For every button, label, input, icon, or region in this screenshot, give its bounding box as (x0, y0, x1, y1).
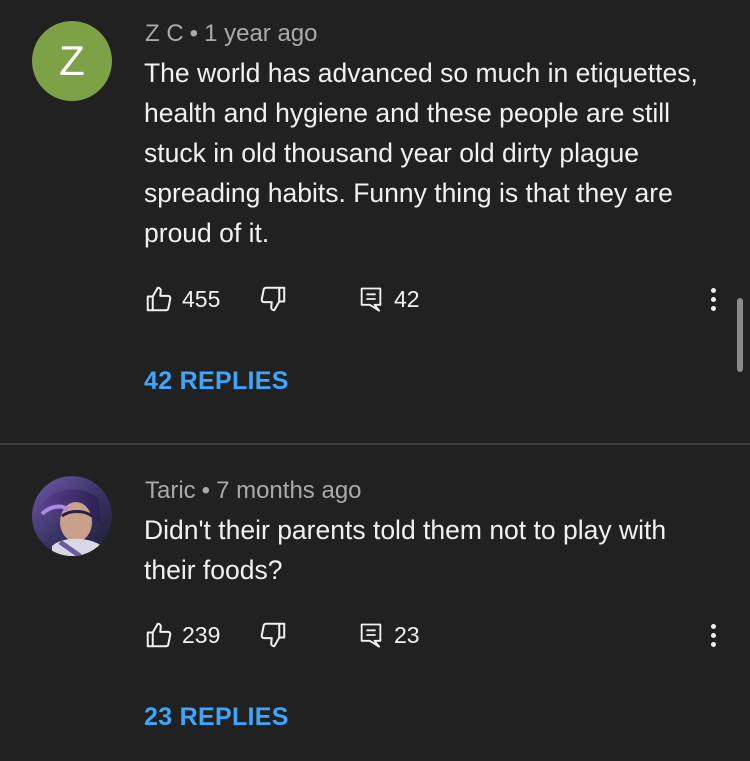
thumbs-down-icon (260, 622, 286, 648)
comment-text: The world has advanced so much in etique… (144, 58, 698, 248)
comment-meta: Taric • 7 months ago (145, 477, 362, 505)
thumbs-up-icon (146, 622, 172, 648)
comment-text: Didn't their parents told them not to pl… (144, 515, 667, 585)
reply-count: 42 (394, 285, 420, 312)
thumbs-up-icon (146, 286, 172, 312)
comment-actions: 239 23 (144, 619, 420, 651)
more-dot (710, 287, 716, 293)
more-dot (710, 296, 716, 302)
reply-count: 23 (394, 621, 420, 648)
comment-actions: 455 42 (144, 283, 420, 315)
thumbs-down-icon (260, 286, 286, 312)
dislike-button[interactable] (258, 284, 288, 314)
more-dot (710, 305, 716, 311)
more-dot (710, 632, 716, 638)
more-vert-icon[interactable] (700, 619, 726, 651)
more-dot (710, 623, 716, 629)
reply-icon (360, 287, 382, 312)
comment-time: 1 year ago (204, 20, 318, 47)
like-button[interactable] (144, 284, 174, 314)
comment-item: Z Z C • 1 year ago The world has advanced … (0, 0, 750, 444)
reply-button[interactable] (358, 285, 384, 313)
comment-item: Taric • 7 months ago Didn't their parents … (0, 445, 750, 761)
comment-author[interactable]: Taric (145, 477, 196, 504)
comment-author[interactable]: Z C (145, 20, 184, 47)
view-replies-link[interactable]: 42 REPLIES (144, 367, 289, 396)
reply-icon (360, 623, 382, 648)
comment-meta: Z C • 1 year ago (145, 20, 318, 48)
like-count: 455 (182, 285, 221, 312)
dislike-button[interactable] (258, 620, 288, 650)
more-vert-icon[interactable] (700, 283, 726, 315)
avatar-image (32, 476, 112, 556)
reply-button[interactable] (358, 621, 384, 649)
like-count: 239 (182, 621, 221, 648)
meta-separator: • (189, 20, 199, 47)
more-dot (710, 641, 716, 647)
scrollbar-thumb[interactable] (737, 298, 743, 372)
avatar[interactable] (32, 476, 112, 556)
meta-separator: • (201, 477, 211, 504)
view-replies-link[interactable]: 23 REPLIES (144, 703, 289, 732)
comment-time: 7 months ago (216, 477, 362, 504)
avatar[interactable]: Z (32, 21, 112, 101)
like-button[interactable] (144, 620, 174, 650)
